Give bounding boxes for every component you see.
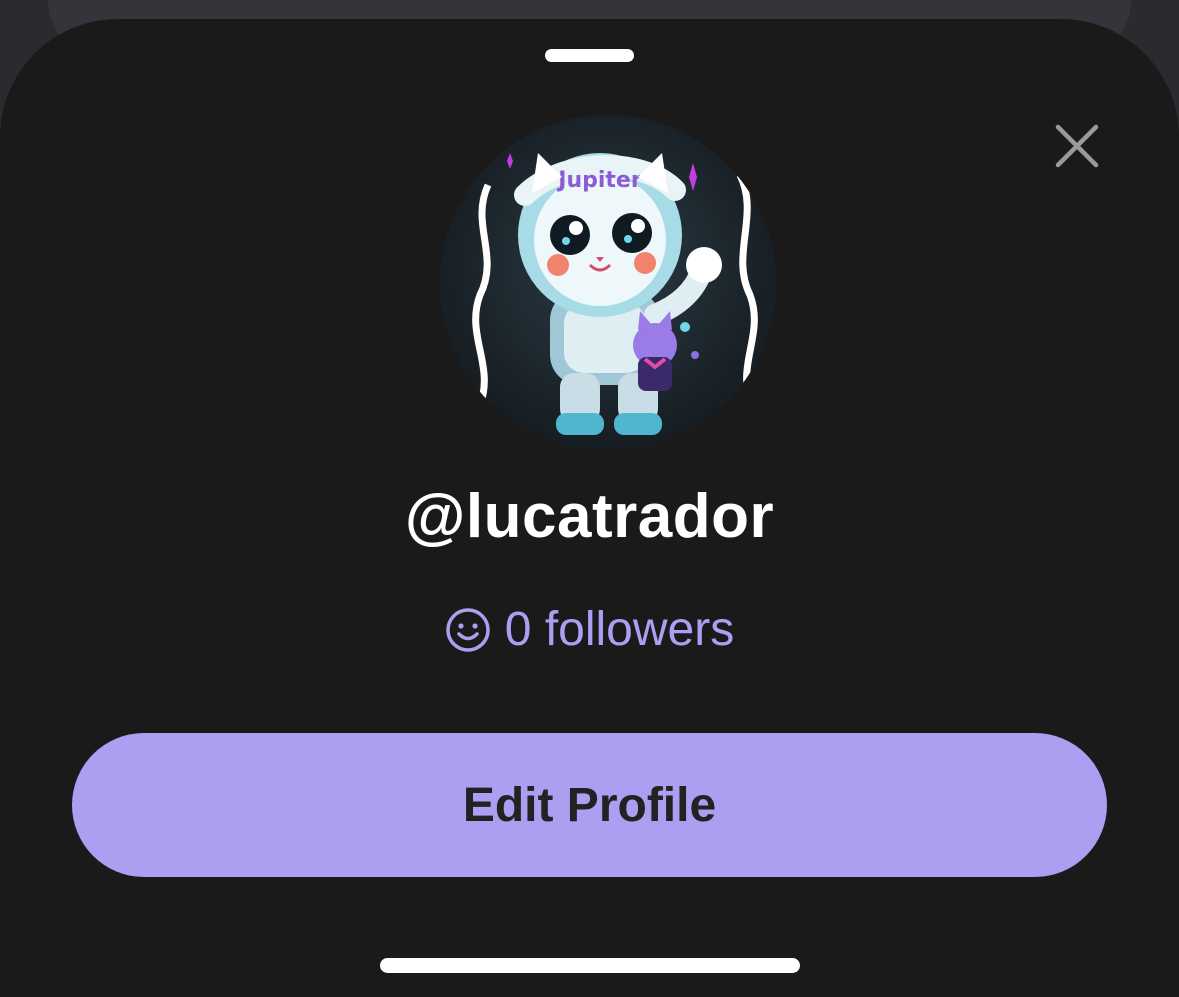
profile-sheet: Jupiter @lucatrador 0 followers Edit Pro… [0, 19, 1179, 997]
username: @lucatrador [404, 482, 775, 551]
followers-count: 0 followers [504, 603, 735, 656]
sheet-grabber[interactable] [545, 49, 634, 62]
edit-profile-button[interactable]: Edit Profile [72, 733, 1107, 877]
followers-link[interactable]: 0 followers [0, 602, 1179, 657]
home-indicator [380, 958, 800, 973]
avatar[interactable]: Jupiter [440, 115, 776, 451]
helmet-label: Jupiter [556, 168, 642, 193]
astronaut-cat-avatar: Jupiter [440, 115, 776, 451]
close-button[interactable] [1049, 118, 1105, 174]
close-icon [1055, 124, 1099, 168]
smiley-icon [446, 607, 490, 652]
